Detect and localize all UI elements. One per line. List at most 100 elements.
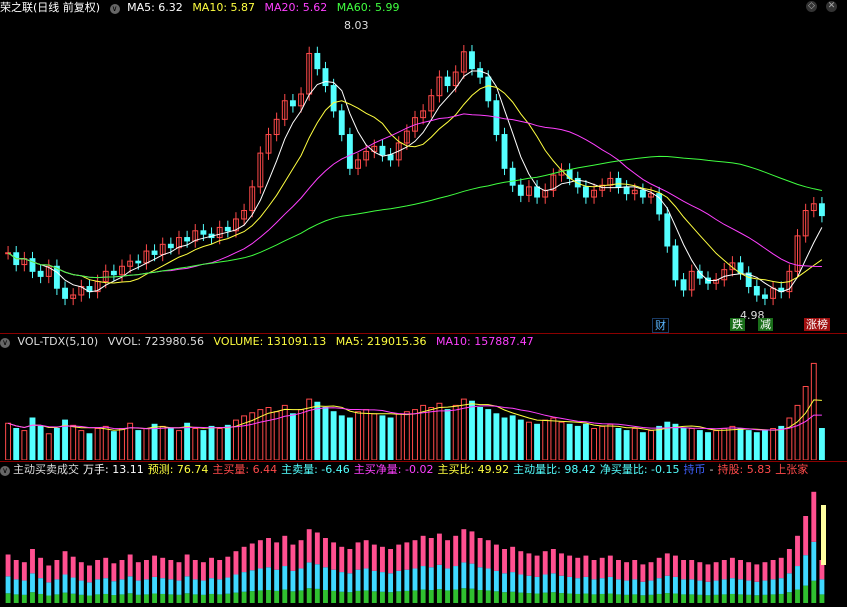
vol-ma5: MA5: 219015.36 (335, 335, 427, 348)
flow-bar-cyan (282, 566, 288, 590)
flow-bar-cyan (209, 578, 214, 594)
flow-bar-green (526, 593, 532, 603)
event-tag-jian[interactable]: 减 (758, 318, 773, 331)
candle-body (664, 213, 671, 247)
volume-bar (184, 422, 191, 460)
volume-bar (135, 430, 142, 460)
flow-bar-cyan (640, 581, 646, 596)
flow-bar-pink (249, 543, 255, 571)
flow-bar-green (713, 594, 719, 603)
flow-bar-pink (518, 551, 524, 575)
flow-bar-cyan (713, 580, 719, 595)
volume-bar (786, 417, 793, 460)
volume-bar (631, 428, 638, 460)
chibi: 持币 (683, 463, 706, 476)
flow-bar-green (575, 593, 581, 603)
flow-bar-cyan (135, 580, 141, 595)
candle-body (29, 258, 36, 272)
flow-collapse-icon[interactable]: ∨ (0, 466, 10, 476)
divider (0, 461, 847, 462)
volume-bar (265, 407, 272, 460)
flow-bar-pink (46, 565, 52, 583)
flow-bar-pink (404, 542, 410, 570)
flow-bar-cyan (811, 541, 817, 581)
flow-bar-green (233, 592, 239, 603)
flow-bar-cyan (87, 582, 92, 596)
flow-bar-pink (388, 549, 394, 574)
flow-bar-cyan (298, 568, 304, 591)
flow-bar-pink (754, 564, 760, 582)
ma60-label: MA60: 5.99 (336, 1, 400, 14)
volume-bar (159, 425, 166, 460)
volume-bar (705, 432, 711, 460)
candle-body (135, 260, 142, 264)
volume-bar (338, 415, 345, 460)
flow-bar-cyan (681, 579, 687, 595)
flow-bar-cyan (819, 579, 825, 595)
volume-bar (298, 409, 305, 460)
flow-bar-pink (87, 565, 92, 583)
volume-bar (281, 404, 288, 460)
volume-bar (37, 425, 44, 460)
flow-bar-cyan (510, 572, 516, 592)
flow-bar-cyan (559, 575, 564, 594)
flow-bar-cyan (62, 574, 68, 593)
collapse-icon[interactable]: ∨ (109, 4, 120, 14)
event-tag-zhangbang[interactable]: 涨榜 (804, 318, 830, 331)
flow-bar-pink (705, 564, 711, 582)
event-tag-cai[interactable]: 财 (652, 318, 669, 333)
flow-bar-cyan (200, 580, 206, 595)
close-icon[interactable]: ✕ (826, 1, 837, 12)
flow-bar-cyan (5, 576, 11, 594)
flow-bar-green (314, 588, 320, 603)
flow-bar-cyan (257, 568, 263, 591)
flow-bar-green (209, 593, 214, 603)
volume-bar (216, 428, 223, 460)
event-tag-die[interactable]: 跌 (730, 318, 745, 331)
volume-bar (102, 425, 109, 460)
jingmai: 净买量比: -0.15 (599, 463, 680, 476)
flow-bar-cyan (436, 564, 442, 590)
flow-bar-green (160, 593, 166, 603)
flow-bar-pink (314, 532, 320, 565)
flow-bar-green (355, 590, 361, 603)
flow-bar-cyan (412, 568, 418, 591)
volume-bar (623, 430, 630, 460)
flow-bar-green (70, 593, 76, 603)
volume-bar (582, 423, 589, 460)
volume-bar (713, 430, 720, 460)
flow-bar-pink (689, 560, 695, 580)
restore-icon[interactable]: ◇ (806, 1, 817, 12)
flow-bar-cyan (485, 568, 491, 591)
candle-body (379, 145, 386, 156)
flow-bar-green (811, 580, 817, 603)
flow-bar-pink (803, 516, 809, 556)
volume-bar (86, 433, 93, 460)
flow-bar-cyan (249, 570, 255, 592)
flow-bar-cyan (567, 576, 573, 594)
flow-bar-cyan (502, 573, 507, 593)
wanshou: 万手: 13.11 (83, 463, 144, 476)
flow-bar-pink (266, 538, 271, 568)
flow-bar-pink (762, 562, 768, 581)
flow-bar-pink (217, 560, 223, 580)
divider (0, 333, 847, 334)
flow-bar-cyan (632, 579, 638, 595)
vol-collapse-icon[interactable]: ∨ (0, 338, 10, 348)
flow-bar-pink (436, 533, 442, 565)
flow-bar-pink (412, 540, 418, 569)
flow-bar-pink (811, 491, 817, 542)
candle-body (818, 203, 825, 217)
flow-bar-green (339, 591, 345, 603)
flow-bar-pink (559, 553, 564, 576)
flow-bar-green (363, 590, 369, 603)
flow-bar-green (591, 594, 597, 603)
flow-bar-cyan (111, 581, 117, 596)
flow-bar-pink (70, 556, 76, 578)
flow-bar-green (770, 594, 776, 603)
candle-body (737, 262, 744, 274)
flow-bar-cyan (168, 579, 174, 595)
flow-bar-cyan (266, 567, 271, 590)
flow-bar-cyan (477, 567, 483, 590)
zhumaijing: 主买净量: -0.02 (353, 463, 434, 476)
